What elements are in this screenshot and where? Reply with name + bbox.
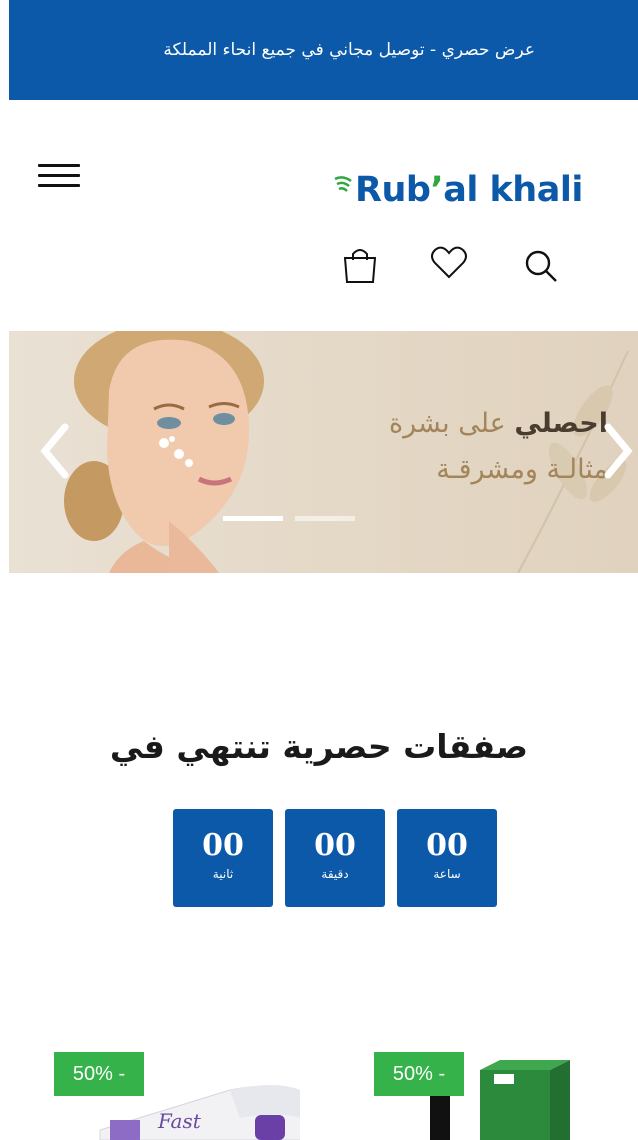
countdown-hours: 00 ساعة <box>397 809 497 907</box>
shopping-bag-icon <box>343 249 377 283</box>
product-card[interactable]: 50% - <box>360 1040 590 1140</box>
svg-text:Fast: Fast <box>157 1109 202 1133</box>
chevron-right-icon[interactable] <box>600 421 636 481</box>
countdown-value: 00 <box>202 828 244 863</box>
search-button[interactable] <box>521 246 561 286</box>
carousel-dot[interactable] <box>295 516 355 521</box>
discount-badge: 50% - <box>54 1052 144 1096</box>
menu-button[interactable] <box>38 164 82 188</box>
hero-headline: احصلي على بشرة مثالـة ومشرقـة <box>388 408 608 485</box>
product-card[interactable]: 50% - Fast <box>40 1040 300 1140</box>
countdown-value: 00 <box>314 828 356 863</box>
cart-button[interactable] <box>340 245 380 285</box>
countdown-label: ثانية <box>212 867 234 881</box>
countdown-value: 00 <box>426 828 468 863</box>
menu-icon-bar <box>38 164 80 167</box>
countdown-label: ساعة <box>433 867 461 881</box>
announcement-text: عرض حصري - توصيل مجاني في جميع انحاء الم… <box>163 40 535 60</box>
site-logo[interactable]: Rub’al khali <box>333 166 608 214</box>
menu-icon-bar <box>38 184 80 187</box>
search-icon <box>525 250 557 282</box>
carousel-dot-active[interactable] <box>223 516 283 521</box>
discount-badge: 50% - <box>374 1052 464 1096</box>
heart-icon <box>431 246 467 279</box>
countdown-seconds: 00 ثانية <box>173 809 273 907</box>
deals-title: صفقات حصرية تنتهي في <box>109 727 529 766</box>
hero-model-image <box>64 331 264 573</box>
countdown-label: دقيقة <box>321 867 349 881</box>
hero-carousel[interactable]: احصلي على بشرة مثالـة ومشرقـة <box>9 331 638 573</box>
menu-icon-bar <box>38 174 80 177</box>
logo-mark-icon <box>334 176 352 192</box>
logo-wordmark: Rub’al khali <box>355 169 583 210</box>
wishlist-button[interactable] <box>429 243 469 283</box>
chevron-left-icon[interactable] <box>37 421 73 481</box>
announcement-bar: عرض حصري - توصيل مجاني في جميع انحاء الم… <box>9 0 638 100</box>
countdown-minutes: 00 دقيقة <box>285 809 385 907</box>
